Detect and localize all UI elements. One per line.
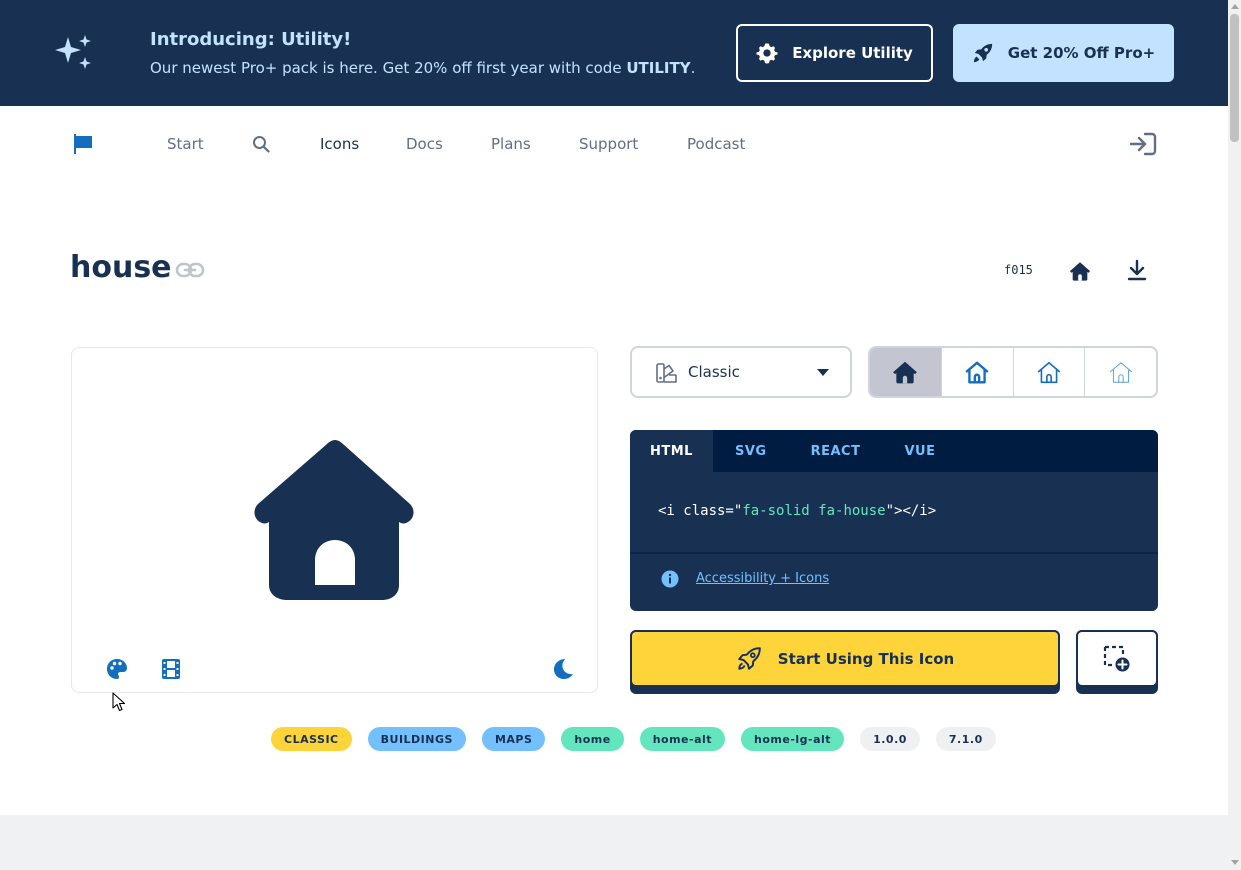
variant-solid[interactable]: [870, 348, 942, 396]
nav-support[interactable]: Support: [579, 135, 638, 153]
code-divider: [630, 552, 1158, 554]
nav-plans[interactable]: Plans: [491, 135, 531, 153]
nav-podcast[interactable]: Podcast: [687, 135, 745, 153]
style-select-value: Classic: [688, 363, 740, 381]
moon-icon[interactable]: [553, 658, 575, 680]
code-class-value: fa-solid fa-house: [742, 503, 886, 519]
gear-icon: [756, 43, 778, 64]
footer-band: [0, 815, 1228, 870]
tag-list: CLASSIC BUILDINGS MAPS home home-alt hom…: [271, 727, 996, 751]
download-icon[interactable]: [1127, 259, 1147, 281]
get-pro-button[interactable]: Get 20% Off Pro+: [953, 24, 1174, 82]
nav-docs[interactable]: Docs: [406, 135, 443, 153]
start-using-button-face: Start Using This Icon: [630, 630, 1060, 687]
banner-subtitle-suffix: .: [690, 59, 696, 77]
page-title: house: [70, 250, 172, 285]
code-open: <i class=": [658, 503, 743, 519]
tag-home-alt[interactable]: home-alt: [639, 727, 726, 751]
get-pro-label: Get 20% Off Pro+: [1007, 44, 1156, 62]
sparkles-icon: [55, 35, 91, 69]
banner-subtitle-text: Our newest Pro+ pack is here. Get 20% of…: [150, 59, 627, 77]
promo-code: UTILITY: [626, 59, 691, 77]
code-snippet-panel: HTML SVG REACT VUE <i class="fa-solid fa…: [630, 430, 1158, 611]
flag-icon[interactable]: [72, 133, 94, 155]
rocket-icon: [973, 43, 992, 63]
banner-title: Introducing: Utility!: [150, 29, 352, 50]
tag-maps[interactable]: MAPS: [481, 727, 546, 751]
square-dashed-plus-icon: [1103, 645, 1130, 671]
tag-buildings[interactable]: BUILDINGS: [367, 727, 466, 751]
house-thin-icon: [1109, 362, 1132, 383]
caret-down-icon: [817, 369, 829, 376]
tag-classic[interactable]: CLASSIC: [271, 727, 352, 751]
swatchbook-icon: [656, 363, 677, 383]
mouse-cursor-icon: [112, 692, 126, 712]
banner-subtitle: Our newest Pro+ pack is here. Get 20% of…: [150, 59, 695, 77]
scroll-down-arrow-icon[interactable]: [1231, 860, 1239, 865]
variant-light[interactable]: [1014, 348, 1086, 396]
code-close: "></i>: [885, 503, 937, 519]
house-glyph-icon[interactable]: [1069, 260, 1091, 282]
house-regular-icon: [965, 361, 989, 384]
sign-in-icon[interactable]: [1129, 131, 1157, 157]
variant-thin[interactable]: [1085, 348, 1156, 396]
start-using-button[interactable]: Start Using This Icon: [630, 630, 1060, 694]
house-preview-icon: [254, 440, 414, 600]
explore-utility-button[interactable]: Explore Utility: [736, 24, 933, 82]
explore-utility-label: Explore Utility: [792, 44, 913, 62]
search-icon[interactable]: [252, 135, 270, 153]
house-light-icon: [1037, 361, 1061, 384]
scroll-up-arrow-icon[interactable]: [1231, 4, 1239, 9]
tab-react[interactable]: REACT: [789, 430, 883, 472]
rocket-icon: [738, 646, 761, 670]
tab-html[interactable]: HTML: [630, 430, 713, 472]
tag-home-lg-alt[interactable]: home-lg-alt: [741, 727, 845, 751]
tab-vue[interactable]: VUE: [882, 430, 957, 472]
code-snippet[interactable]: <i class="fa-solid fa-house"></i>: [658, 503, 936, 519]
icon-preview: [71, 347, 598, 693]
link-icon[interactable]: [175, 259, 205, 281]
tag-home[interactable]: home: [561, 727, 624, 751]
palette-icon[interactable]: [106, 658, 128, 680]
variant-switcher: [868, 346, 1158, 398]
accessibility-link[interactable]: Accessibility + Icons: [696, 571, 829, 586]
tag-version-updated[interactable]: 7.1.0: [935, 727, 996, 751]
unicode-value[interactable]: f015: [1004, 263, 1033, 277]
nav-icons[interactable]: Icons: [320, 135, 359, 153]
scrollbar-thumb[interactable]: [1230, 14, 1239, 142]
style-select[interactable]: Classic: [630, 346, 852, 398]
tag-version-created[interactable]: 1.0.0: [860, 727, 920, 751]
house-solid-icon: [893, 361, 918, 384]
code-tabs: HTML SVG REACT VUE: [630, 430, 1158, 472]
info-icon: [661, 570, 679, 588]
add-to-kit-button-face: [1076, 630, 1158, 687]
film-icon[interactable]: [162, 659, 180, 679]
start-using-label: Start Using This Icon: [777, 649, 955, 668]
variant-regular[interactable]: [942, 348, 1014, 396]
nav-start[interactable]: Start: [167, 135, 204, 153]
promo-banner: Introducing: Utility! Our newest Pro+ pa…: [0, 0, 1228, 106]
add-to-kit-button[interactable]: [1076, 630, 1158, 694]
tab-svg[interactable]: SVG: [713, 430, 789, 472]
